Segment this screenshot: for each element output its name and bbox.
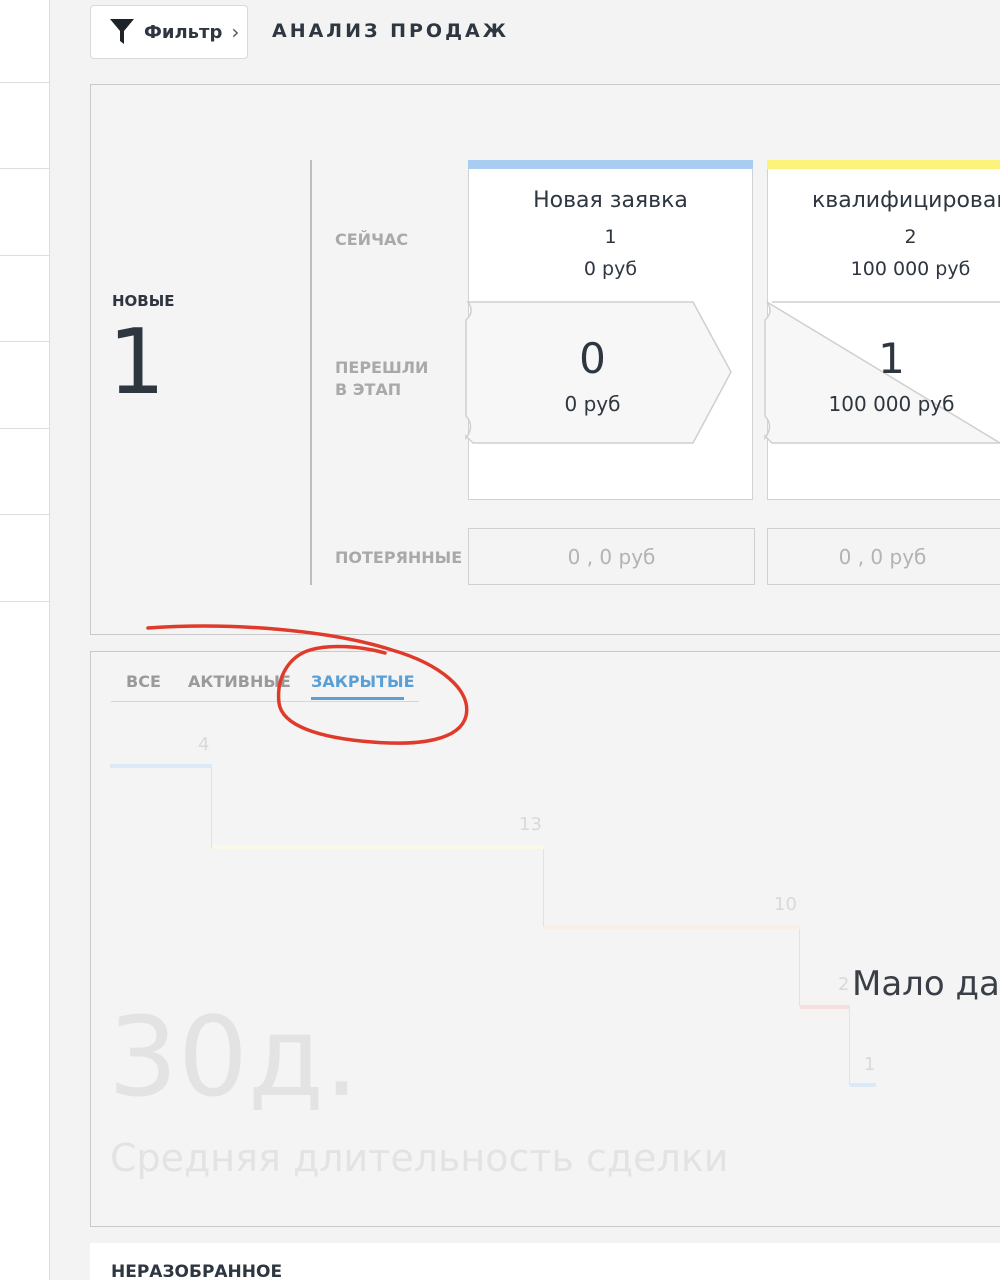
tab-active[interactable]: АКТИВНЫЕ [188, 672, 291, 691]
stage-count: 2 [904, 226, 917, 248]
duration-step-value: 13 [519, 814, 542, 835]
duration-step-value: 4 [198, 734, 210, 755]
stage-sum: 100 000 руб [850, 258, 971, 280]
few-data-message: Мало дан [852, 964, 1000, 1004]
stage-moved-count: 0 [579, 334, 606, 383]
page-title: АНАЛИЗ ПРОДАЖ [272, 20, 509, 42]
stage-lost-box: 0 , 0 руб [767, 528, 1000, 585]
row-label-moved-1: ПЕРЕШЛИ [335, 358, 429, 377]
sidebar-divider [0, 514, 49, 515]
duration-step-value: 10 [774, 894, 797, 915]
stage-lost-value: 0 , 0 руб [567, 544, 656, 569]
funnel-icon [110, 19, 134, 44]
stage-moved-box: 0 0 руб [465, 300, 733, 445]
left-sidebar [0, 0, 50, 1280]
duration-step [110, 764, 212, 768]
duration-step-connector [211, 768, 212, 848]
tab-active-indicator [311, 697, 404, 700]
duration-step-connector [849, 1009, 850, 1085]
chevron-right-icon: › [231, 20, 240, 44]
sidebar-divider [0, 341, 49, 342]
filter-label: Фильтр [144, 21, 223, 43]
duration-step [800, 1005, 850, 1009]
stage-moved-box: 1 100 000 руб [764, 300, 1000, 445]
tab-all[interactable]: ВСЕ [126, 672, 161, 691]
unsorted-title: НЕРАЗОБРАННОЕ [111, 1262, 283, 1280]
duration-step-connector [799, 929, 800, 1006]
average-duration-value: 30д. [108, 993, 359, 1121]
stage-color-bar [468, 160, 753, 169]
new-deals-label: НОВЫЕ [112, 292, 175, 310]
duration-step-value: 1 [864, 1054, 876, 1075]
sidebar-divider [0, 82, 49, 83]
stage-name: квалифицирован [812, 188, 1000, 213]
stage-lost-value: 0 , 0 руб [838, 544, 927, 569]
duration-step [850, 1083, 876, 1087]
sidebar-divider [0, 255, 49, 256]
row-label-lost: ПОТЕРЯННЫЕ [335, 548, 463, 567]
sidebar-divider [0, 601, 49, 602]
duration-step [212, 845, 544, 849]
stage-lost-box: 0 , 0 руб [468, 528, 755, 585]
duration-step-connector [543, 849, 544, 927]
sidebar-divider [0, 428, 49, 429]
stage-moved-count: 1 [878, 334, 905, 383]
duration-step [544, 925, 800, 929]
stage-color-bar [767, 160, 1000, 169]
stage-name: Новая заявка [533, 188, 688, 213]
average-duration-caption: Средняя длительность сделки [110, 1136, 729, 1180]
tabs-divider [111, 701, 419, 702]
filter-button[interactable]: Фильтр › [90, 5, 248, 59]
row-label-now: СЕЙЧАС [335, 230, 409, 249]
stage-moved-sum: 0 руб [564, 392, 621, 416]
stage-count: 1 [604, 226, 617, 248]
stage-sum: 0 руб [583, 258, 638, 280]
duration-step-value: 2 [838, 974, 850, 995]
sidebar-divider [0, 168, 49, 169]
divider-line [310, 160, 312, 585]
tab-closed[interactable]: ЗАКРЫТЫЕ [311, 672, 415, 691]
row-label-moved-2: В ЭТАП [335, 380, 402, 399]
new-deals-count: 1 [108, 310, 166, 415]
stage-moved-sum: 100 000 руб [828, 392, 955, 416]
